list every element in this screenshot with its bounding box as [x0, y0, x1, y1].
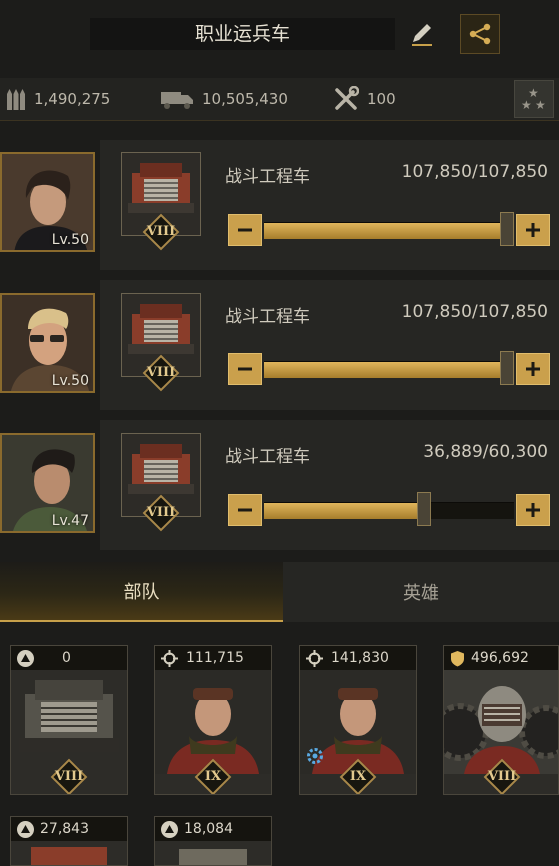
- tier-label: IX: [349, 769, 367, 784]
- tier-label: VIII: [487, 769, 517, 784]
- unit-value: 141,830: [331, 650, 389, 666]
- gear-icon: [307, 748, 323, 764]
- trucks-stat: 10,505,430: [160, 78, 288, 120]
- hero-portrait[interactable]: Lv.47: [0, 433, 95, 533]
- increase-button[interactable]: [516, 214, 550, 246]
- ammo-stat: 1,490,275: [6, 78, 110, 120]
- hero-level: Lv.47: [51, 513, 89, 529]
- unit-header: 111,715: [155, 646, 271, 670]
- vehicle-type-icon: [161, 820, 178, 838]
- hero-level: Lv.50: [51, 373, 89, 389]
- quantity-slider[interactable]: [264, 502, 514, 519]
- unit-header: 141,830: [300, 646, 416, 670]
- unit-value: 0: [62, 650, 71, 666]
- crosshair-icon: [161, 649, 178, 667]
- decrease-button[interactable]: [228, 214, 262, 246]
- decrease-button[interactable]: [228, 494, 262, 526]
- unit-value: 18,084: [184, 821, 233, 837]
- truck-icon: [161, 92, 193, 109]
- slider-fill: [264, 223, 514, 239]
- unit-card[interactable]: 0 VIII: [10, 645, 128, 795]
- vehicle-slot[interactable]: VIII: [121, 152, 201, 251]
- unit-value: 111,715: [186, 650, 244, 666]
- share-button[interactable]: [460, 14, 500, 54]
- stars-icon: ★ ★ ★: [521, 86, 546, 112]
- svg-text:★: ★: [535, 98, 546, 112]
- tier-label: VIII: [146, 365, 176, 380]
- slider-thumb[interactable]: [500, 351, 514, 385]
- edit-title-button[interactable]: [404, 17, 440, 51]
- quantity-slider[interactable]: [264, 361, 514, 378]
- vehicle-name: 战斗工程车: [225, 447, 310, 467]
- unit-header: 27,843: [11, 817, 127, 841]
- tier-label: VIII: [146, 224, 176, 239]
- plus-icon: [526, 223, 540, 237]
- vehicle-count: 107,850/107,850: [401, 162, 548, 182]
- decrease-button[interactable]: [228, 353, 262, 385]
- slider-thumb[interactable]: [417, 492, 431, 526]
- ammo-value: 1,490,275: [34, 90, 111, 108]
- hero-level: Lv.50: [51, 232, 89, 248]
- unit-card[interactable]: 18,084: [154, 816, 272, 866]
- unit-value: 27,843: [40, 821, 89, 837]
- tab-heroes[interactable]: 英雄: [283, 562, 559, 622]
- tier-label: IX: [204, 769, 222, 784]
- unit-card[interactable]: 496,692 VIII: [443, 645, 559, 795]
- unit-header: 0: [11, 646, 127, 670]
- plus-icon: [526, 362, 540, 376]
- vehicle-name: 战斗工程车: [225, 167, 310, 187]
- trucks-value: 10,505,430: [202, 90, 288, 108]
- unit-header: 496,692: [444, 646, 558, 670]
- increase-button[interactable]: [516, 494, 550, 526]
- minus-icon: [238, 508, 252, 512]
- truck-image: [31, 847, 107, 865]
- plus-icon: [526, 503, 540, 517]
- vehicle-slot[interactable]: VIII: [121, 293, 201, 392]
- vehicle-slot[interactable]: VIII: [121, 433, 201, 532]
- ammo-icon: [7, 89, 25, 110]
- pencil-icon: [412, 24, 432, 46]
- hero-portrait[interactable]: Lv.50: [0, 152, 95, 252]
- quantity-slider[interactable]: [264, 222, 514, 239]
- vehicle-name: 战斗工程车: [225, 307, 310, 327]
- shield-icon: [451, 650, 464, 666]
- crosshair-icon: [306, 649, 323, 667]
- tools-stat: 100: [333, 78, 396, 120]
- tools-icon: [335, 86, 359, 110]
- tools-value: 100: [367, 90, 396, 108]
- unit-card[interactable]: 141,830 IX: [299, 645, 417, 795]
- rating-button[interactable]: ★ ★ ★: [514, 80, 554, 118]
- vehicle-type-icon: [17, 649, 34, 667]
- unit-card[interactable]: 27,843: [10, 816, 128, 866]
- unit-header: 18,084: [155, 817, 271, 841]
- page-title: 职业运兵车: [194, 23, 290, 45]
- unit-card[interactable]: 111,715 IX: [154, 645, 272, 795]
- minus-icon: [238, 367, 252, 371]
- minus-icon: [238, 228, 252, 232]
- slider-fill: [264, 362, 514, 378]
- tab-troops-label: 部队: [123, 582, 160, 603]
- slider-thumb[interactable]: [500, 212, 514, 246]
- tab-heroes-label: 英雄: [403, 583, 439, 604]
- vehicle-count: 107,850/107,850: [401, 302, 548, 322]
- increase-button[interactable]: [516, 353, 550, 385]
- hero-portrait[interactable]: Lv.50: [0, 293, 95, 393]
- share-icon: [469, 23, 491, 45]
- vehicle-type-icon: [17, 820, 34, 838]
- slider-fill: [264, 503, 417, 519]
- tier-label: VIII: [146, 505, 176, 520]
- unit-value: 496,692: [471, 650, 529, 666]
- tab-troops[interactable]: 部队: [0, 562, 283, 622]
- svg-text:★: ★: [521, 98, 532, 112]
- tier-label: VIII: [54, 769, 84, 784]
- truck-image: [179, 849, 247, 865]
- vehicle-count: 36,889/60,300: [423, 442, 548, 462]
